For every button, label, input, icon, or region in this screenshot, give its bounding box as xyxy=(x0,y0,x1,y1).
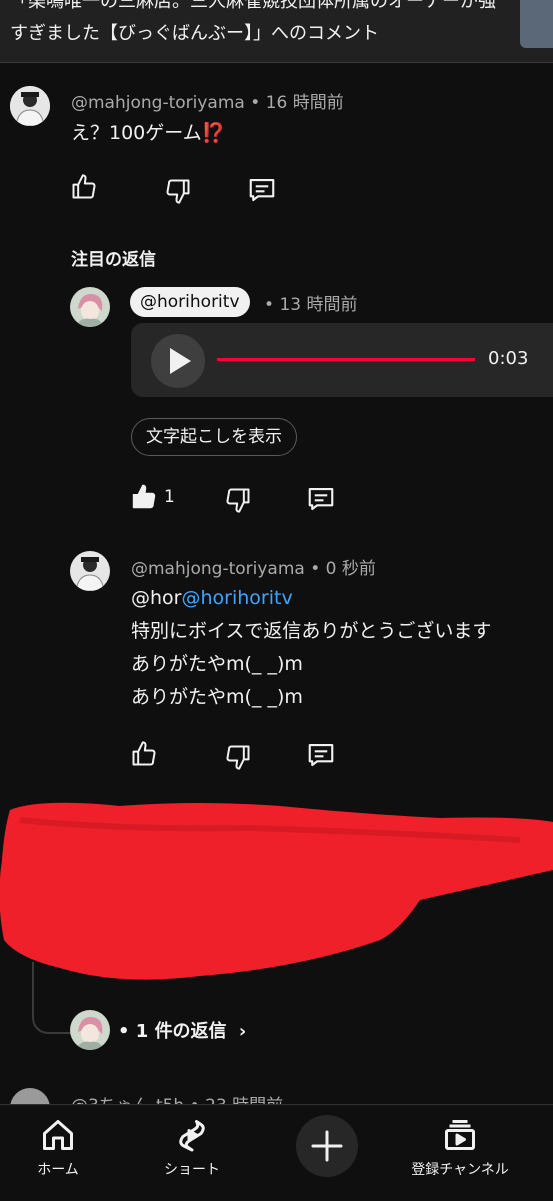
thumbs-up-icon xyxy=(132,741,156,766)
shorts-icon xyxy=(179,1120,205,1152)
show-transcript-button[interactable]: 文字起こしを表示 xyxy=(131,418,297,456)
dislike-button[interactable] xyxy=(224,486,252,514)
reply-button[interactable] xyxy=(306,484,336,514)
video-thumbnail[interactable] xyxy=(520,0,553,48)
home-icon xyxy=(43,1120,73,1150)
voice-reply-player: 0:03 xyxy=(131,323,553,397)
thumbs-down-icon xyxy=(226,745,250,770)
comment-meta: @mahjong-toriyama • 16 時間前 xyxy=(71,93,344,113)
thumbs-down-icon xyxy=(166,179,190,204)
reply-meta: @mahjong-toriyama • 0 秒前 xyxy=(131,559,376,579)
reply-button[interactable] xyxy=(247,175,277,205)
nav-shorts[interactable]: ショート xyxy=(156,1117,228,1187)
reply-time: • 13 時間前 xyxy=(264,295,358,315)
chevron-right-icon: › xyxy=(238,1021,247,1042)
redaction-scribble xyxy=(0,790,553,990)
reply-button[interactable] xyxy=(306,740,336,770)
subscriptions-icon xyxy=(445,1120,475,1150)
reply-time: 0 秒前 xyxy=(325,559,376,579)
like-count: 1 xyxy=(164,487,175,507)
audio-duration: 0:03 xyxy=(488,348,529,369)
reply-author[interactable]: @mahjong-toriyama xyxy=(131,559,305,579)
play-button[interactable] xyxy=(151,334,205,388)
thumbs-up-icon xyxy=(72,174,96,199)
avatar[interactable] xyxy=(10,86,50,126)
like-button[interactable] xyxy=(130,740,158,768)
dislike-button[interactable] xyxy=(164,177,192,205)
avatar xyxy=(70,1010,110,1050)
like-button[interactable] xyxy=(70,173,98,201)
comment-time: 16 時間前 xyxy=(265,93,344,113)
view-replies-button[interactable]: • 1 件の返信 › xyxy=(118,1017,246,1043)
reply-text: @hor@horihoritv 特別にボイスで返信ありがとうございます ありがた… xyxy=(131,587,492,708)
avatar[interactable] xyxy=(70,287,110,327)
plus-icon xyxy=(311,1130,343,1162)
create-button[interactable] xyxy=(296,1115,358,1177)
dislike-button[interactable] xyxy=(224,743,252,771)
mention-link[interactable]: @horihoritv xyxy=(181,587,292,609)
audio-progress-track[interactable] xyxy=(217,358,475,361)
thumbs-up-filled-icon xyxy=(132,484,156,509)
comment-icon xyxy=(249,178,275,202)
avatar[interactable] xyxy=(70,551,110,591)
play-icon xyxy=(170,348,191,374)
comment-icon xyxy=(308,743,334,767)
reply-author-chip[interactable]: @horihoritv xyxy=(130,287,250,317)
video-title: 「渠鳴唯一の三麻店。三人麻雀競技団体所属のオーナーが強 すぎました【びっぐばんぶ… xyxy=(10,0,496,44)
thumbs-down-icon xyxy=(226,488,250,513)
audio-progress-fill xyxy=(217,358,475,361)
comment-icon xyxy=(308,487,334,511)
highlighted-replies-heading: 注目の返信 xyxy=(71,250,156,270)
video-title-header[interactable]: 「渠鳴唯一の三麻店。三人麻雀競技団体所属のオーナーが強 すぎました【びっぐばんぶ… xyxy=(0,0,553,63)
comment-author[interactable]: @mahjong-toriyama xyxy=(71,93,245,113)
comment-text: え？100ゲーム⁉️ xyxy=(71,122,226,144)
nav-home[interactable]: ホーム xyxy=(22,1117,94,1187)
bottom-navigation: ホーム ショート 登録チャンネル xyxy=(0,1104,553,1201)
nav-subscriptions[interactable]: 登録チャンネル xyxy=(404,1117,516,1187)
like-button[interactable] xyxy=(130,483,158,511)
